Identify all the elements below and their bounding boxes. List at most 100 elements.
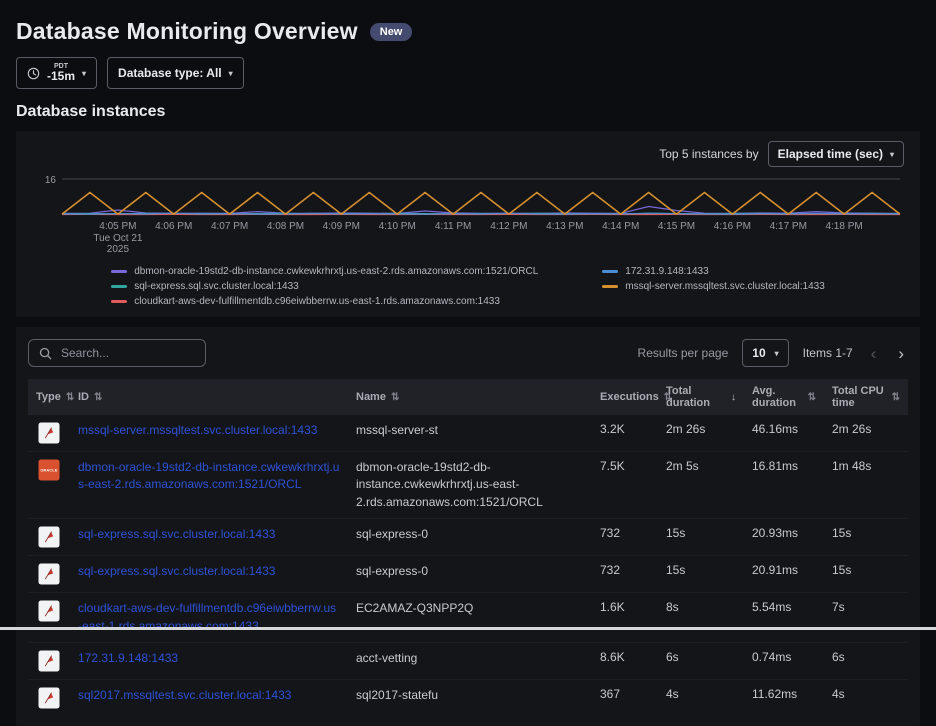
table-row: cloudkart-aws-dev-fulfillmentdb.c96eiwbb… xyxy=(28,593,908,643)
y-axis-tick-label: 16 xyxy=(45,175,57,186)
instance-name: acct-vetting xyxy=(348,650,592,667)
mssql-icon xyxy=(28,600,70,622)
column-header-label: Avg. duration xyxy=(752,385,803,409)
chevron-down-icon: ▾ xyxy=(229,69,233,78)
instances-chart-panel: Top 5 instances by Elapsed time (sec) ▾ … xyxy=(16,131,920,317)
total-cpu-time-value: 15s xyxy=(824,526,908,540)
metric-selector-value: Elapsed time (sec) xyxy=(778,147,883,161)
time-range-text: -15m xyxy=(47,70,75,83)
total-duration-value: 15s xyxy=(658,526,744,540)
legend-column: 172.31.9.148:1433 mssql-server.mssqltest.… xyxy=(602,266,825,307)
column-header-executions[interactable]: Executions⇅ xyxy=(592,385,658,409)
svg-text:ORACLE: ORACLE xyxy=(40,469,57,473)
instance-name: sql-express-0 xyxy=(348,526,592,543)
legend-column: dbmon-oracle-19std2-db-instance.cwkewkrh… xyxy=(111,266,538,307)
total-duration-value: 15s xyxy=(658,563,744,577)
total-duration-value: 6s xyxy=(658,650,744,664)
instance-id-link[interactable]: sql-express.sql.svc.cluster.local:1433 xyxy=(78,564,275,578)
executions-value: 3.2K xyxy=(592,422,658,436)
legend-item[interactable]: cloudkart-aws-dev-fulfillmentdb.c96eiwbb… xyxy=(111,296,538,307)
mssql-icon xyxy=(28,563,70,585)
x-axis-tick-label: 4:09 PM xyxy=(323,221,360,232)
sort-icon: ⇅ xyxy=(391,392,399,403)
table-row: sql-express.sql.svc.cluster.local:1433 sq… xyxy=(28,519,908,556)
series-line xyxy=(62,213,900,214)
instances-table-panel: Results per page 10 ▾ Items 1-7 ‹ › Type… xyxy=(16,327,920,726)
legend-color-dash-icon xyxy=(602,270,618,273)
instance-name: sql-express-0 xyxy=(348,563,592,580)
instance-name: sql2017-statefu xyxy=(348,687,592,704)
table-row: sql-express.sql.svc.cluster.local:1433 sq… xyxy=(28,556,908,593)
instance-id-link[interactable]: sql-express.sql.svc.cluster.local:1433 xyxy=(78,527,275,541)
executions-value: 8.6K xyxy=(592,650,658,664)
mssql-icon xyxy=(28,687,70,709)
legend-item-label: sql-express.sql.svc.cluster.local:1433 xyxy=(134,281,299,292)
column-header-name[interactable]: Name⇅ xyxy=(348,385,592,409)
legend-color-dash-icon xyxy=(111,270,127,273)
table-row: 172.31.9.148:1433acct-vetting8.6K6s0.74m… xyxy=(28,643,908,680)
new-badge: New xyxy=(370,23,413,41)
column-header-total-duration[interactable]: Total duration↓ xyxy=(658,385,744,409)
section-title: Database instances xyxy=(16,103,920,121)
instance-id-cell: dbmon-oracle-19std2-db-instance.cwkewkrh… xyxy=(70,459,348,494)
column-header-label: Type xyxy=(36,391,61,403)
time-range-value: PDT -15m xyxy=(47,63,75,84)
column-header-label: Total CPU time xyxy=(832,385,887,409)
legend-color-dash-icon xyxy=(111,285,127,288)
chart-legend: dbmon-oracle-19std2-db-instance.cwkewkrh… xyxy=(32,266,904,307)
database-type-filter[interactable]: Database type: All ▾ xyxy=(107,57,244,89)
search-input[interactable] xyxy=(59,345,195,361)
database-type-label: Database type: All xyxy=(118,66,222,80)
legend-item-label: cloudkart-aws-dev-fulfillmentdb.c96eiwbb… xyxy=(134,296,500,307)
legend-item[interactable]: dbmon-oracle-19std2-db-instance.cwkewkrh… xyxy=(111,266,538,277)
next-page-button[interactable]: › xyxy=(894,345,908,362)
search-box[interactable] xyxy=(28,339,206,367)
instance-id-link[interactable]: sql2017.mssqltest.svc.cluster.local:1433 xyxy=(78,688,291,702)
legend-item-label: mssql-server.mssqltest.svc.cluster.local… xyxy=(625,281,825,292)
results-per-page-select[interactable]: 10 ▾ xyxy=(742,339,788,367)
oracle-icon: ORACLE xyxy=(28,459,70,481)
total-duration-value: 2m 5s xyxy=(658,459,744,473)
page-header: Database Monitoring Overview New xyxy=(16,18,920,45)
database-monitoring-page: Database Monitoring Overview New PDT -15… xyxy=(0,0,936,726)
search-icon xyxy=(39,347,52,360)
legend-item[interactable]: sql-express.sql.svc.cluster.local:1433 xyxy=(111,281,538,292)
total-duration-value: 2m 26s xyxy=(658,422,744,436)
x-axis-tick-label: 4:05 PM xyxy=(99,221,136,232)
executions-value: 367 xyxy=(592,687,658,701)
instance-name: EC2AMAZ-Q3NPP2Q xyxy=(348,600,592,617)
x-axis-tick-label: 4:16 PM xyxy=(714,221,751,232)
instance-name: mssql-server-st xyxy=(348,422,592,439)
x-axis-tick-label: 4:18 PM xyxy=(825,221,862,232)
instances-time-chart[interactable]: 164:05 PM4:06 PM4:07 PM4:08 PM4:09 PM4:1… xyxy=(32,169,904,259)
column-header-total-cpu-time[interactable]: Total CPU time⇅ xyxy=(824,385,908,409)
mssql-icon xyxy=(28,526,70,548)
chevron-down-icon: ▾ xyxy=(775,349,779,358)
instance-id-link[interactable]: 172.31.9.148:1433 xyxy=(78,651,178,665)
instance-id-link[interactable]: mssql-server.mssqltest.svc.cluster.local… xyxy=(78,423,317,437)
legend-item[interactable]: 172.31.9.148:1433 xyxy=(602,266,825,277)
legend-item-label: dbmon-oracle-19std2-db-instance.cwkewkrh… xyxy=(134,266,538,277)
x-axis-tick-label: 4:12 PM xyxy=(490,221,527,232)
total-cpu-time-value: 15s xyxy=(824,563,908,577)
column-header-type[interactable]: Type⇅ xyxy=(28,385,70,409)
executions-value: 732 xyxy=(592,526,658,540)
total-cpu-time-value: 6s xyxy=(824,650,908,664)
instance-id-link[interactable]: dbmon-oracle-19std2-db-instance.cwkewkrh… xyxy=(78,460,339,491)
column-header-avg-duration[interactable]: Avg. duration⇅ xyxy=(744,385,824,409)
table-toolbar: Results per page 10 ▾ Items 1-7 ‹ › xyxy=(28,339,908,367)
metric-selector[interactable]: Elapsed time (sec) ▾ xyxy=(768,141,904,167)
items-range-label: Items 1-7 xyxy=(803,346,853,360)
column-header-id[interactable]: ID⇅ xyxy=(70,385,348,409)
executions-value: 732 xyxy=(592,563,658,577)
total-cpu-time-value: 7s xyxy=(824,600,908,614)
clock-icon xyxy=(27,67,40,80)
instances-table-body: mssql-server.mssqltest.svc.cluster.local… xyxy=(28,415,908,716)
previous-page-button[interactable]: ‹ xyxy=(867,345,881,362)
legend-color-dash-icon xyxy=(111,300,127,303)
x-axis-date-label: 2025 xyxy=(107,244,130,255)
legend-item[interactable]: mssql-server.mssqltest.svc.cluster.local… xyxy=(602,281,825,292)
time-range-picker[interactable]: PDT -15m ▾ xyxy=(16,57,97,89)
total-duration-value: 8s xyxy=(658,600,744,614)
avg-duration-value: 20.93ms xyxy=(744,526,824,540)
